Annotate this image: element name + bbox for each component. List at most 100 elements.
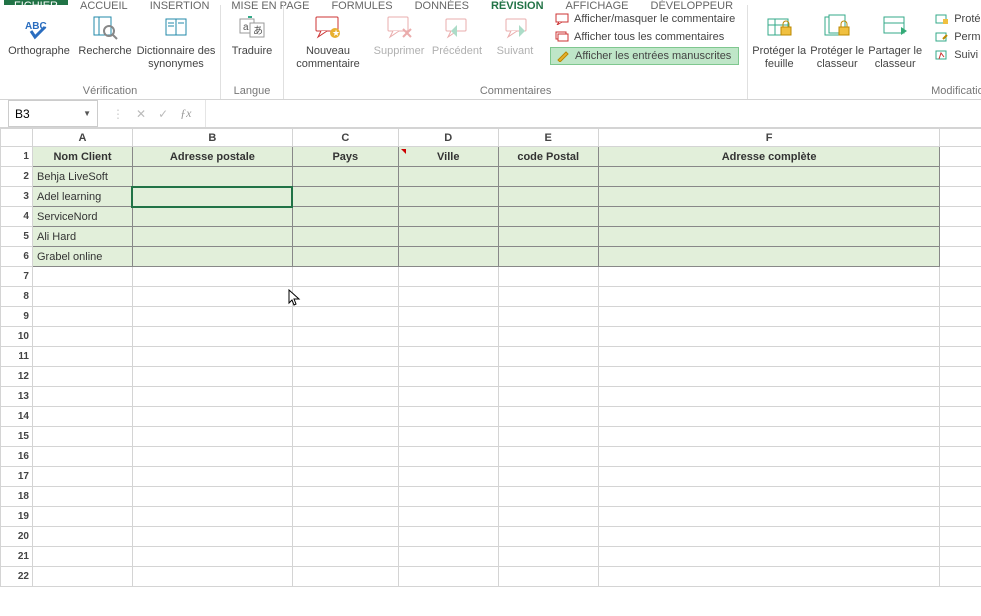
- cell-C15[interactable]: [292, 427, 398, 447]
- cell-D14[interactable]: [398, 407, 498, 427]
- cell-A10[interactable]: [32, 327, 132, 347]
- cell-A7[interactable]: [32, 267, 132, 287]
- cell-A1[interactable]: Nom Client: [32, 147, 132, 167]
- cell-C14[interactable]: [292, 407, 398, 427]
- cell-D22[interactable]: [398, 567, 498, 587]
- row-header-21[interactable]: 21: [1, 547, 33, 567]
- row-header-16[interactable]: 16: [1, 447, 33, 467]
- cell-B20[interactable]: [132, 527, 292, 547]
- cell-A16[interactable]: [32, 447, 132, 467]
- cell-C4[interactable]: [292, 207, 398, 227]
- cell-extra-4[interactable]: [940, 207, 981, 227]
- cell-D15[interactable]: [398, 427, 498, 447]
- suivi-modifications-button[interactable]: Suivi de: [930, 47, 981, 63]
- traduire-button[interactable]: aあ Traduire: [225, 9, 279, 60]
- select-all-corner[interactable]: [1, 129, 33, 147]
- cell-D1[interactable]: Ville: [398, 147, 498, 167]
- cell-extra-22[interactable]: [940, 567, 981, 587]
- cell-E20[interactable]: [498, 527, 598, 547]
- cell-E14[interactable]: [498, 407, 598, 427]
- col-header-C[interactable]: C: [292, 129, 398, 147]
- cell-C10[interactable]: [292, 327, 398, 347]
- cell-E1[interactable]: code Postal: [498, 147, 598, 167]
- col-header-extra[interactable]: [940, 129, 981, 147]
- fx-icon[interactable]: ƒx: [180, 106, 191, 121]
- cell-E13[interactable]: [498, 387, 598, 407]
- recherche-button[interactable]: Recherche: [78, 9, 132, 60]
- cell-A8[interactable]: [32, 287, 132, 307]
- cell-D6[interactable]: [398, 247, 498, 267]
- cell-D19[interactable]: [398, 507, 498, 527]
- cell-F15[interactable]: [598, 427, 940, 447]
- cell-B22[interactable]: [132, 567, 292, 587]
- cell-A5[interactable]: Ali Hard: [32, 227, 132, 247]
- cell-D10[interactable]: [398, 327, 498, 347]
- row-header-5[interactable]: 5: [1, 227, 33, 247]
- cell-extra-20[interactable]: [940, 527, 981, 547]
- cell-extra-3[interactable]: [940, 187, 981, 207]
- cell-D17[interactable]: [398, 467, 498, 487]
- cell-C6[interactable]: [292, 247, 398, 267]
- cell-D18[interactable]: [398, 487, 498, 507]
- cell-extra-9[interactable]: [940, 307, 981, 327]
- cell-A9[interactable]: [32, 307, 132, 327]
- cell-C19[interactable]: [292, 507, 398, 527]
- supprimer-button[interactable]: Supprimer: [372, 9, 426, 60]
- cell-E22[interactable]: [498, 567, 598, 587]
- cell-A15[interactable]: [32, 427, 132, 447]
- cell-D13[interactable]: [398, 387, 498, 407]
- name-box[interactable]: B3 ▼: [8, 100, 98, 127]
- cell-D4[interactable]: [398, 207, 498, 227]
- cell-A12[interactable]: [32, 367, 132, 387]
- row-header-18[interactable]: 18: [1, 487, 33, 507]
- cell-extra-14[interactable]: [940, 407, 981, 427]
- cell-F5[interactable]: [598, 227, 940, 247]
- grid[interactable]: ABCDEF1Nom ClientAdresse postalePaysVill…: [0, 128, 981, 587]
- cell-B8[interactable]: [132, 287, 292, 307]
- cell-E4[interactable]: [498, 207, 598, 227]
- cell-F3[interactable]: [598, 187, 940, 207]
- cell-F2[interactable]: [598, 167, 940, 187]
- cell-C7[interactable]: [292, 267, 398, 287]
- cell-A11[interactable]: [32, 347, 132, 367]
- row-header-19[interactable]: 19: [1, 507, 33, 527]
- cell-E12[interactable]: [498, 367, 598, 387]
- cell-B7[interactable]: [132, 267, 292, 287]
- cell-extra-5[interactable]: [940, 227, 981, 247]
- cell-A14[interactable]: [32, 407, 132, 427]
- cell-C11[interactable]: [292, 347, 398, 367]
- cell-B2[interactable]: [132, 167, 292, 187]
- cell-F16[interactable]: [598, 447, 940, 467]
- proteger-feuille-button[interactable]: Protéger la feuille: [752, 9, 806, 72]
- row-header-15[interactable]: 15: [1, 427, 33, 447]
- cell-D2[interactable]: [398, 167, 498, 187]
- cell-extra-8[interactable]: [940, 287, 981, 307]
- cell-A3[interactable]: Adel learning: [32, 187, 132, 207]
- cell-B10[interactable]: [132, 327, 292, 347]
- cell-F4[interactable]: [598, 207, 940, 227]
- name-box-dropdown-icon[interactable]: ▼: [83, 109, 91, 118]
- cell-D9[interactable]: [398, 307, 498, 327]
- cell-extra-16[interactable]: [940, 447, 981, 467]
- row-header-3[interactable]: 3: [1, 187, 33, 207]
- row-header-6[interactable]: 6: [1, 247, 33, 267]
- cell-extra-15[interactable]: [940, 427, 981, 447]
- cell-A18[interactable]: [32, 487, 132, 507]
- cell-C22[interactable]: [292, 567, 398, 587]
- col-header-F[interactable]: F: [598, 129, 940, 147]
- cell-C2[interactable]: [292, 167, 398, 187]
- afficher-manuscrites-button[interactable]: Afficher les entrées manuscrites: [550, 47, 739, 65]
- cell-A2[interactable]: Behja LiveSoft: [32, 167, 132, 187]
- proteger-classeur-button[interactable]: Protéger le classeur: [810, 9, 864, 72]
- cell-E15[interactable]: [498, 427, 598, 447]
- cell-A4[interactable]: ServiceNord: [32, 207, 132, 227]
- cell-D16[interactable]: [398, 447, 498, 467]
- row-header-22[interactable]: 22: [1, 567, 33, 587]
- row-header-9[interactable]: 9: [1, 307, 33, 327]
- cell-B21[interactable]: [132, 547, 292, 567]
- cell-C12[interactable]: [292, 367, 398, 387]
- row-header-14[interactable]: 14: [1, 407, 33, 427]
- row-header-17[interactable]: 17: [1, 467, 33, 487]
- cell-B4[interactable]: [132, 207, 292, 227]
- cell-E19[interactable]: [498, 507, 598, 527]
